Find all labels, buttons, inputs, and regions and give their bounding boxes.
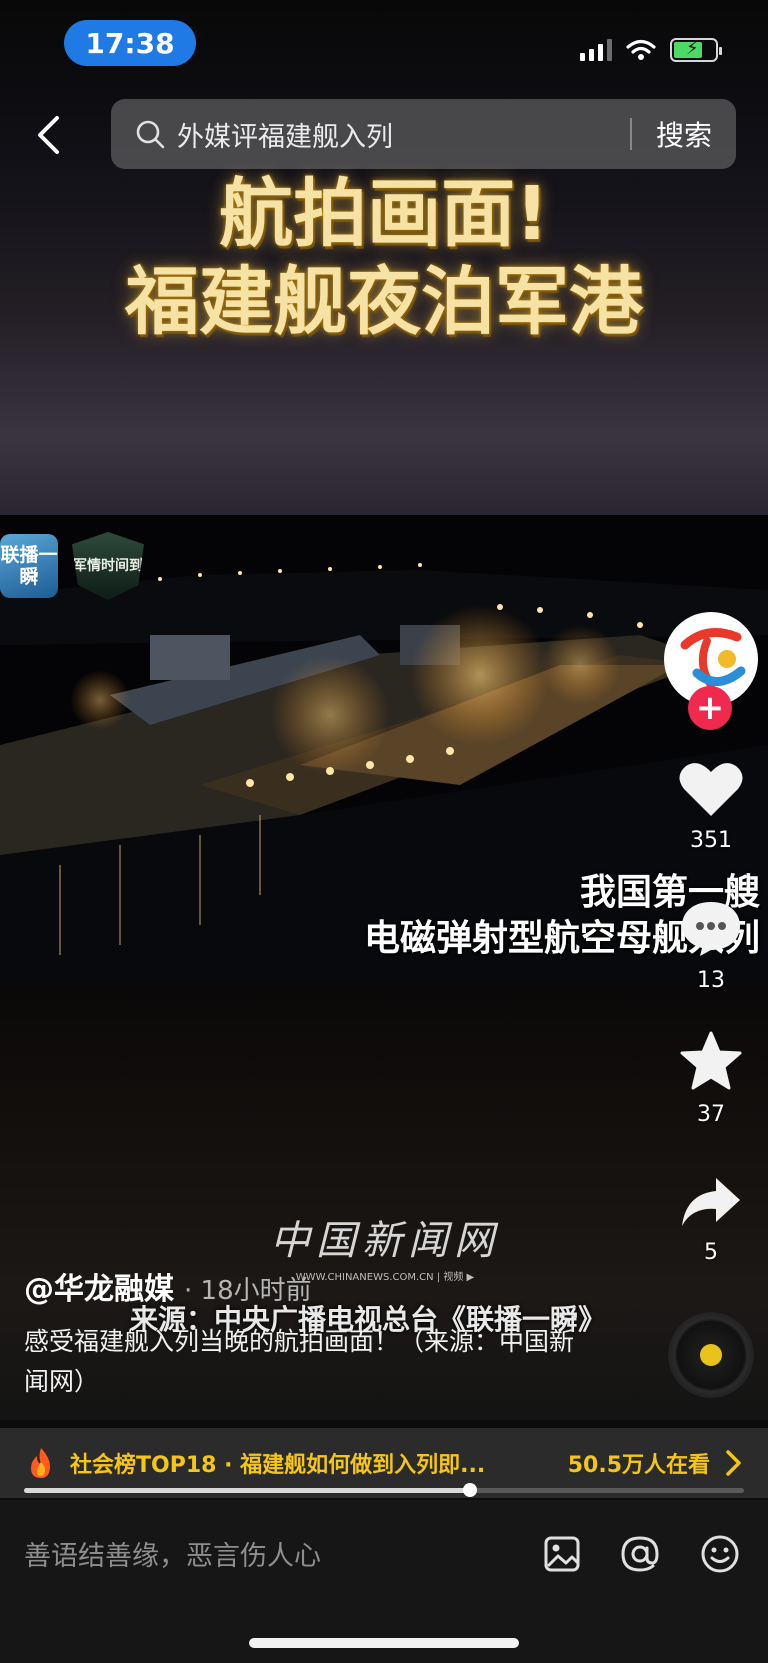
hot-ranking-label[interactable]: 社会榜TOP18 · 福建舰如何做到入列即... — [70, 1447, 485, 1479]
progress-fill — [24, 1488, 471, 1493]
lianbo-logo: 联播一瞬 — [0, 534, 58, 598]
author-name[interactable]: @华龙融媒 — [24, 1272, 174, 1307]
music-disc[interactable] — [668, 1312, 754, 1398]
battery-icon: ⚡ — [670, 38, 722, 62]
comment-button[interactable]: 13 — [670, 898, 752, 993]
home-indicator[interactable] — [249, 1638, 519, 1648]
share-count: 5 — [704, 1240, 718, 1265]
like-count: 351 — [690, 828, 732, 853]
comment-icon — [682, 902, 740, 956]
follow-button[interactable]: + — [688, 686, 732, 730]
star-icon — [680, 1031, 742, 1090]
post-time: · 18小时前 — [184, 1276, 312, 1306]
headline-line-2: 福建舰夜泊军港 — [125, 259, 643, 345]
comment-input[interactable]: 善语结善缘，恶言伤人心 — [24, 1534, 321, 1573]
video-player-screen: 17:38 ⚡ 外媒评福建舰入列 搜索 航拍画面! 福建舰夜泊军港 联播一瞬 军… — [0, 0, 768, 1663]
like-button[interactable]: 351 — [670, 760, 752, 853]
post-author[interactable]: @华龙融媒 · 18小时前 — [24, 1264, 312, 1308]
share-button[interactable]: 5 — [670, 1174, 752, 1265]
cellular-signal-icon — [580, 39, 612, 61]
emoji-icon[interactable] — [698, 1532, 742, 1576]
favorite-count: 37 — [697, 1102, 725, 1127]
post-description[interactable]: 感受福建舰入列当晚的航拍画面！（来源：中国新闻网） — [24, 1322, 584, 1402]
video-headline: 航拍画面! 福建舰夜泊军港 — [0, 172, 768, 348]
hot-viewers: 50.5万人在看 — [567, 1453, 710, 1478]
status-icons: ⚡ — [580, 38, 722, 62]
wifi-icon — [626, 39, 656, 60]
search-bar[interactable]: 外媒评福建舰入列 搜索 — [111, 99, 736, 169]
back-icon — [38, 116, 59, 154]
back-button[interactable] — [28, 110, 68, 160]
chevron-right-icon[interactable] — [724, 1448, 744, 1478]
at-icon[interactable] — [618, 1532, 662, 1576]
heart-icon — [679, 763, 743, 816]
headline-line-1: 航拍画面! — [219, 171, 549, 257]
video-progress-bar[interactable] — [24, 1483, 744, 1497]
status-time: 17:38 — [64, 20, 196, 66]
watermark-logo: 中国新闻网 — [270, 1218, 500, 1264]
search-button[interactable]: 搜索 — [632, 114, 736, 154]
comment-bar: 善语结善缘，恶言伤人心 — [0, 1500, 768, 1663]
comment-count: 13 — [697, 968, 725, 993]
share-icon — [682, 1178, 740, 1226]
fire-icon — [31, 1448, 50, 1478]
search-input[interactable]: 外媒评福建舰入列 — [177, 115, 630, 154]
image-icon[interactable] — [540, 1532, 584, 1576]
favorite-button[interactable]: 37 — [670, 1030, 752, 1127]
search-icon — [136, 120, 165, 149]
